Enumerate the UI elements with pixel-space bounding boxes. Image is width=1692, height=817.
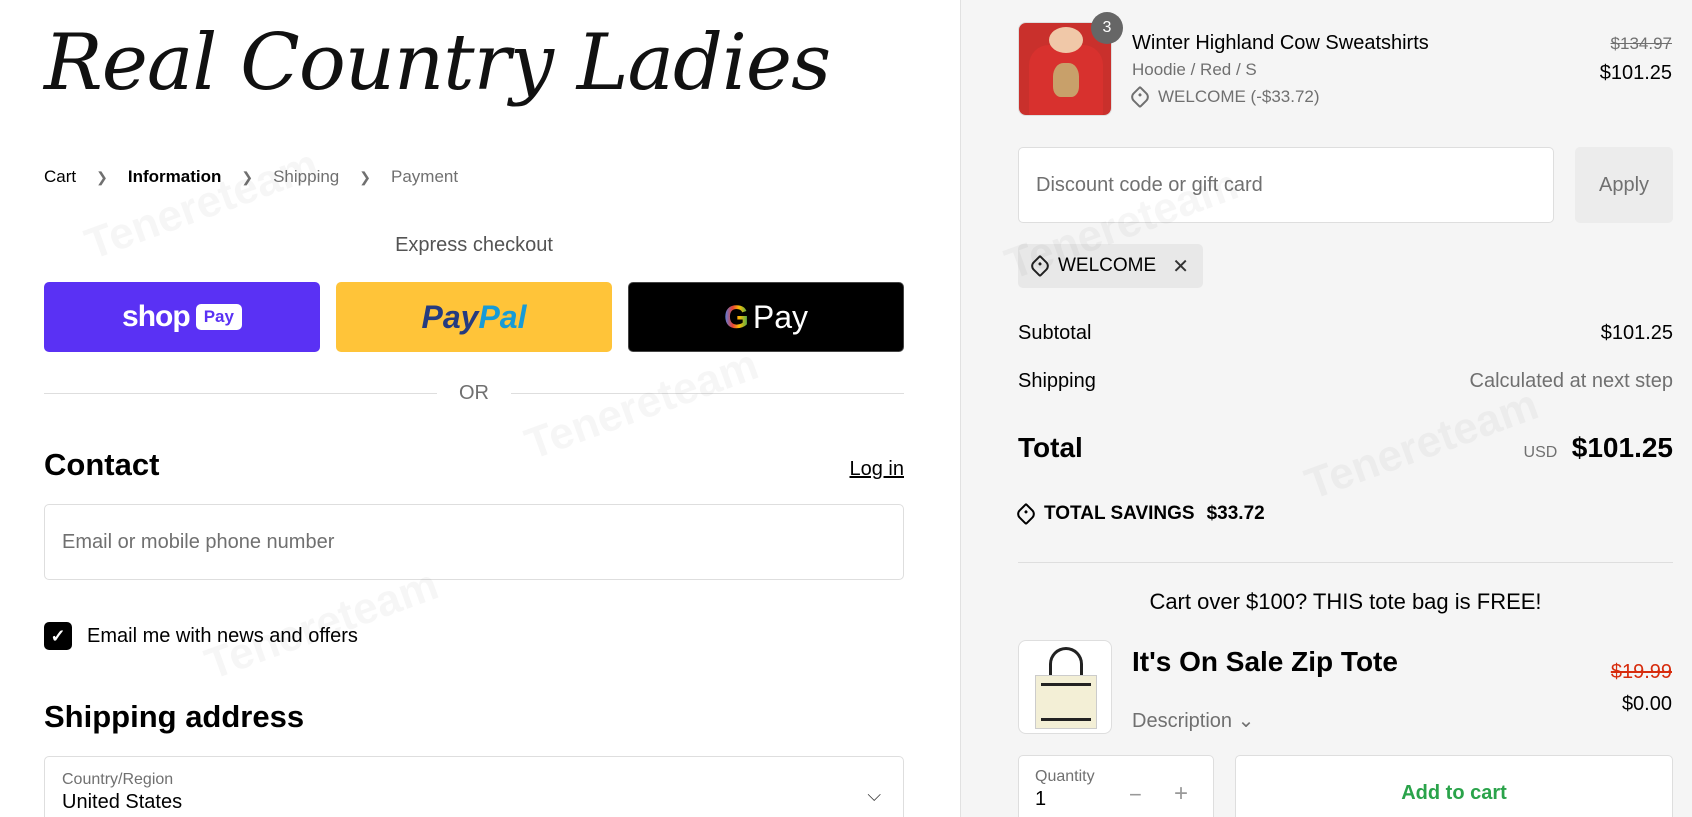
breadcrumb: Cart ❯ Information ❯ Shipping ❯ Payment [44,167,458,187]
chevron-right-icon: ❯ [241,168,254,185]
upsell-promo: Cart over $100? THIS tote bag is FREE! [1149,589,1542,614]
newsletter-label: Email me with news and offers [87,624,358,647]
minus-icon[interactable]: − [1129,782,1142,808]
quantity-stepper[interactable]: Quantity 1 − + [1018,755,1214,817]
upsell-original-price: $19.99 [1610,661,1672,683]
savings-label: TOTAL SAVINGS [1044,503,1195,524]
subtotal-label: Subtotal [1018,322,1092,344]
express-checkout-title: Express checkout [395,234,553,256]
product-discount: WELCOME (-$33.72) [1128,85,1320,109]
or-label: OR [459,382,489,404]
subtotal-row: Subtotal $101.25 [1018,322,1673,345]
breadcrumb-information: Information [127,167,222,186]
upsell-description-label: Description [1132,710,1233,732]
total-row: Total USD $101.25 [1018,432,1673,464]
quantity-label: Quantity [1035,768,1095,785]
divider [1018,562,1673,563]
subtotal-value: $101.25 [1600,322,1673,344]
shipping-label: Shipping [1018,370,1096,392]
store-logo[interactable]: Real Country Ladies [44,18,831,108]
quantity-value[interactable]: 1 [1035,788,1197,811]
country-label: Country/Region [62,771,174,788]
product-name: Winter Highland Cow Sweatshirts [1132,32,1429,54]
newsletter-checkbox[interactable]: ✓ [44,622,72,650]
shop-pay-badge: Pay [195,304,242,330]
breadcrumb-shipping: Shipping [273,167,340,186]
shop-pay-button[interactable]: shop Pay [44,282,320,352]
login-link[interactable]: Log in [850,458,905,481]
product-discount-label: WELCOME (-$33.72) [1158,87,1320,106]
close-icon[interactable]: ✕ [1172,254,1189,279]
tag-icon [1028,254,1052,278]
or-divider: OR [44,382,904,405]
tag-icon [1014,502,1038,526]
applied-discount-code: WELCOME [1058,255,1157,276]
upsell-price: $0.00 [1621,693,1672,715]
total-value: $101.25 [1571,432,1673,463]
upsell-product-name: It's On Sale Zip Tote [1132,646,1398,677]
applied-discount-chip: WELCOME ✕ [1018,244,1203,288]
savings-value: $33.72 [1206,503,1265,524]
product-image-tote [1018,640,1112,734]
shipping-row: Shipping Calculated at next step [1018,370,1673,393]
breadcrumb-payment: Payment [391,167,459,186]
apply-discount-button[interactable]: Apply [1575,147,1673,223]
add-to-cart-button[interactable]: Add to cart [1235,755,1673,817]
checkout-main: Real Country Ladies Cart ❯ Information ❯… [0,0,960,817]
google-g-icon: G [723,298,749,335]
newsletter-option[interactable]: ✓ Email me with news and offers [44,622,358,650]
shipping-value: Calculated at next step [1469,370,1673,392]
paypal-button[interactable]: PayPal [336,282,612,352]
product-original-price: $134.97 [1610,34,1672,53]
total-currency: USD [1523,444,1558,461]
shop-pay-wordmark: shop [122,300,191,333]
tag-icon [1128,85,1152,109]
paypal-logo: PayPal [421,298,527,335]
chevron-down-icon: ⌵ [867,785,881,805]
google-pay-button[interactable]: G Pay [628,282,904,352]
discount-code-input[interactable]: Discount code or gift card [1018,147,1554,223]
upsell-description-toggle[interactable]: Description ⌄ [1132,708,1254,733]
chevron-down-icon: ⌄ [1237,710,1255,732]
email-field[interactable]: Email or mobile phone number [44,504,904,580]
quantity-badge: 3 [1091,12,1123,44]
chevron-right-icon: ❯ [359,168,371,185]
google-pay-label: Pay [752,298,809,335]
chevron-right-icon: ❯ [96,168,108,185]
breadcrumb-cart[interactable]: Cart [44,167,76,187]
plus-icon[interactable]: + [1174,780,1188,808]
shipping-address-heading: Shipping address [44,699,305,734]
country-select[interactable]: Country/Region United States ⌵ [44,756,904,817]
product-price: $101.25 [1599,62,1672,84]
country-value: United States [62,791,183,813]
order-summary: 3 Winter Highland Cow Sweatshirts Hoodie… [960,0,1692,817]
product-variant: Hoodie / Red / S [1132,60,1257,79]
contact-heading: Contact [44,447,160,482]
total-label: Total [1018,432,1083,463]
total-savings: TOTAL SAVINGS $33.72 [1014,502,1265,526]
